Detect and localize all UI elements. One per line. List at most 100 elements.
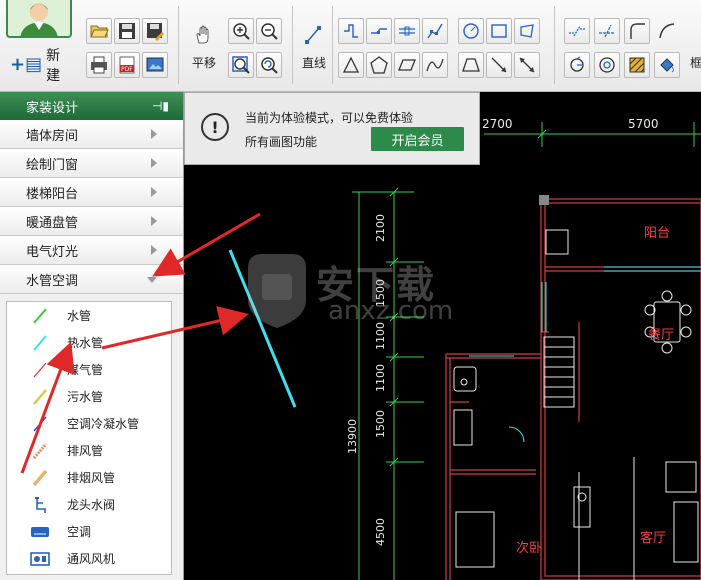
pipe-items-list: 水管 热水管 煤气管 污水管 空调冷凝水管 排风管 排烟风管 龙头水阀 空调 通… bbox=[6, 301, 172, 575]
polyline-tool[interactable] bbox=[338, 18, 364, 44]
break-line-tool[interactable] bbox=[564, 18, 590, 44]
print-button[interactable] bbox=[86, 52, 112, 78]
category-wall-room[interactable]: 墙体房间 bbox=[0, 120, 183, 149]
rectangle-icon bbox=[491, 24, 507, 38]
dim-left-6: 4500 bbox=[374, 518, 387, 546]
room-label-living: 客厅 bbox=[640, 530, 666, 546]
open-membership-button[interactable]: 开启会员 bbox=[371, 127, 464, 151]
plus-icon: +▤ bbox=[10, 54, 43, 75]
dim-left-1: 2100 bbox=[374, 214, 387, 242]
drawing-canvas[interactable]: 2700 5700 2100 1500 1100 1100 1500 4500 … bbox=[184, 92, 701, 580]
item-label: 通风风机 bbox=[67, 552, 116, 566]
user-avatar[interactable] bbox=[6, 0, 72, 38]
offset-tool[interactable] bbox=[594, 52, 620, 78]
dim-left-5: 1500 bbox=[374, 410, 387, 438]
parallelogram-tool[interactable] bbox=[394, 52, 420, 78]
curve-tool[interactable] bbox=[422, 52, 448, 78]
item-label: 热水管 bbox=[67, 336, 104, 350]
arc-tool[interactable] bbox=[654, 18, 680, 44]
list-item-ventilation-fan[interactable]: 通风风机 bbox=[7, 545, 171, 572]
save-as-button[interactable] bbox=[142, 18, 168, 44]
line-tool-button[interactable] bbox=[300, 22, 326, 48]
popup-line-1: 当前为体验模式，可以免费体验 bbox=[245, 111, 414, 125]
chevron-right-icon bbox=[151, 187, 157, 197]
dim-total: 13900 bbox=[346, 419, 359, 454]
image-export-icon bbox=[146, 57, 164, 72]
list-item-water-pipe[interactable]: 水管 bbox=[7, 302, 171, 329]
fillet-tool[interactable] bbox=[624, 18, 650, 44]
hatch-tool[interactable] bbox=[624, 52, 650, 78]
furniture bbox=[453, 229, 699, 580]
list-item-gas-pipe[interactable]: 煤气管 bbox=[7, 356, 171, 383]
item-label: 排烟风管 bbox=[67, 471, 116, 485]
trapezoid-tool[interactable] bbox=[458, 52, 484, 78]
list-item-hot-water-pipe[interactable]: 热水管 bbox=[7, 329, 171, 356]
water-pipe-icon bbox=[33, 308, 47, 324]
double-arrow-icon bbox=[519, 57, 535, 73]
category-label: 电气灯光 bbox=[26, 244, 79, 260]
multiline-icon bbox=[371, 28, 387, 34]
list-item-sewage-pipe[interactable]: 污水管 bbox=[7, 383, 171, 410]
category-stairs-balcony[interactable]: 楼梯阳台 bbox=[0, 178, 183, 207]
double-line-tool[interactable] bbox=[394, 18, 420, 44]
category-electrical-lighting[interactable]: 电气灯光 bbox=[0, 236, 183, 265]
rectangle-tool[interactable] bbox=[486, 18, 512, 44]
pdf-icon: PDF bbox=[119, 56, 135, 74]
category-label: 墙体房间 bbox=[26, 128, 79, 144]
dim-left-2: 1500 bbox=[374, 279, 387, 307]
double-arrow-tool[interactable] bbox=[514, 52, 540, 78]
rotate-tool[interactable] bbox=[564, 52, 590, 78]
list-item-air-conditioner[interactable]: 空调 bbox=[7, 518, 171, 545]
zoom-in-button[interactable] bbox=[228, 18, 254, 44]
gas-pipe-icon bbox=[33, 362, 47, 378]
category-pipes-ac[interactable]: 水管空调 bbox=[0, 265, 183, 294]
new-label: 新建 bbox=[46, 48, 61, 84]
polygon-grid-tool[interactable] bbox=[514, 18, 540, 44]
pentagon-icon bbox=[370, 56, 388, 74]
room-label-balcony: 阳台 bbox=[644, 226, 670, 241]
list-item-faucet-valve[interactable]: 龙头水阀 bbox=[7, 491, 171, 518]
pentagon-tool[interactable] bbox=[366, 52, 392, 78]
trial-mode-popup: ! 当前为体验模式，可以免费体验 所有画图功能 开启会员 bbox=[184, 92, 480, 165]
svg-text:PDF: PDF bbox=[121, 66, 133, 73]
list-item-exhaust-duct[interactable]: 排风管 bbox=[7, 437, 171, 464]
list-item-smoke-duct[interactable]: 排烟风管 bbox=[7, 464, 171, 491]
chevron-right-icon bbox=[151, 245, 157, 255]
line-icon bbox=[305, 26, 321, 44]
dim-left-4: 1100 bbox=[374, 364, 387, 392]
fill-tool[interactable] bbox=[654, 52, 680, 78]
polygon-grid-icon bbox=[520, 24, 534, 38]
chevron-right-icon bbox=[151, 216, 157, 226]
pin-icon[interactable]: ⊣▮ bbox=[152, 99, 169, 113]
zoom-out-button[interactable] bbox=[256, 18, 282, 44]
printer-icon bbox=[91, 56, 107, 74]
separator bbox=[554, 6, 555, 84]
category-doors-windows[interactable]: 绘制门窗 bbox=[0, 149, 183, 178]
hot-water-pipe-drawn[interactable] bbox=[228, 249, 297, 408]
circle-tool[interactable] bbox=[458, 18, 484, 44]
zoom-window-button[interactable] bbox=[228, 52, 254, 78]
room-label-dining: 餐厅 bbox=[648, 327, 674, 343]
category-hvac-coil[interactable]: 暖通盘管 bbox=[0, 207, 183, 236]
pan-button[interactable] bbox=[190, 22, 216, 48]
dim-left-3: 1100 bbox=[374, 322, 387, 350]
line-label: 直线 bbox=[302, 56, 327, 70]
trim-tool[interactable] bbox=[594, 18, 620, 44]
export-image-button[interactable] bbox=[142, 52, 168, 78]
spline-tool[interactable] bbox=[422, 18, 448, 44]
list-item-ac-condensate-pipe[interactable]: 空调冷凝水管 bbox=[7, 410, 171, 437]
item-label: 空调 bbox=[67, 525, 92, 539]
save-button[interactable] bbox=[114, 18, 140, 44]
item-label: 排风管 bbox=[67, 444, 104, 458]
new-button[interactable]: +▤ 新建 bbox=[10, 48, 74, 84]
multi-line-tool[interactable] bbox=[366, 18, 392, 44]
zoom-refresh-button[interactable] bbox=[256, 52, 282, 78]
toolbar-overflow-label[interactable]: 框 bbox=[690, 54, 701, 71]
room-label-bedroom: 次卧 bbox=[516, 540, 542, 556]
arrow-line-tool[interactable] bbox=[486, 52, 512, 78]
zoom-in-icon bbox=[233, 23, 250, 40]
zoom-refresh-icon bbox=[261, 57, 278, 74]
export-pdf-button[interactable]: PDF bbox=[114, 52, 140, 78]
open-folder-button[interactable] bbox=[86, 18, 112, 44]
triangle-tool[interactable] bbox=[338, 52, 364, 78]
